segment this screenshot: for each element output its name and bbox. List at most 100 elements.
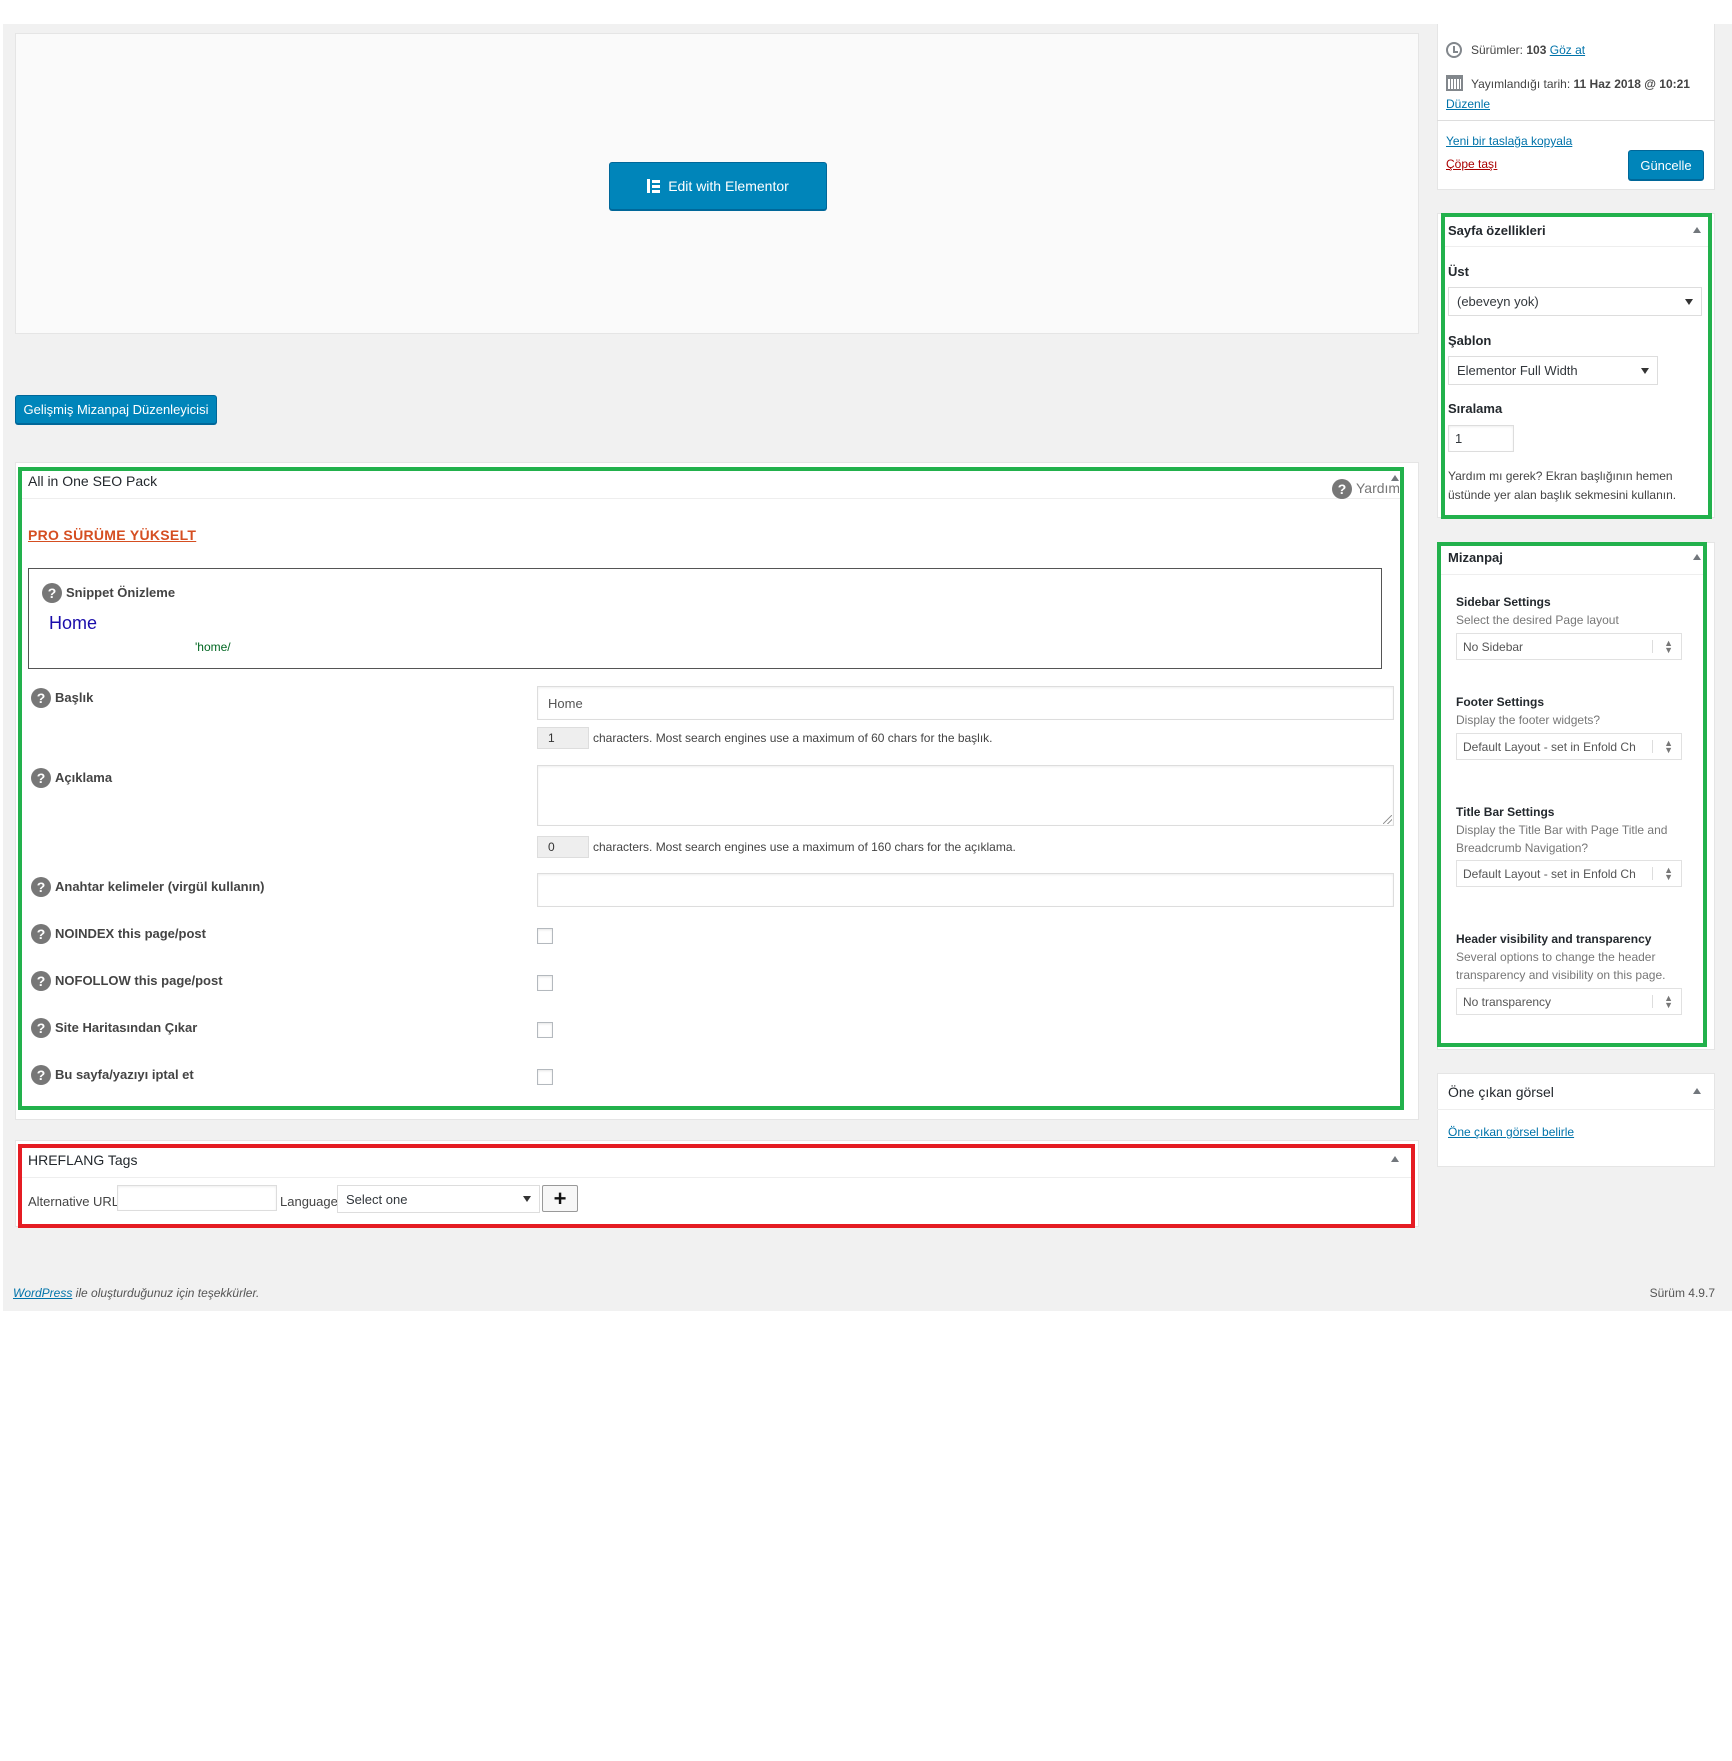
sidebar-settings-value: No Sidebar — [1463, 639, 1524, 654]
seo-box-title: All in One SEO Pack — [28, 473, 158, 489]
template-select-value: Elementor Full Width — [1457, 363, 1578, 378]
footer-settings-value: Default Layout - set in Enfold Ch — [1463, 739, 1636, 754]
layout-title: Mizanpaj — [1448, 550, 1503, 565]
pro-upgrade-link[interactable]: PRO SÜRÜME YÜKSELT — [28, 527, 196, 543]
revisions-label: Sürümler: — [1471, 43, 1524, 57]
set-featured-image-link[interactable]: Öne çıkan görsel belirle — [1448, 1125, 1574, 1139]
footer-settings-heading: Footer Settings — [1456, 695, 1545, 709]
published-label: Yayımlandığı tarih: — [1471, 77, 1571, 91]
revisions-browse-link[interactable]: Göz at — [1550, 43, 1585, 57]
chevron-down-icon — [523, 1196, 531, 1202]
layout-divider — [1441, 574, 1703, 575]
order-input[interactable]: 1 — [1448, 425, 1514, 452]
featured-image-divider — [1437, 1109, 1715, 1110]
update-button-label: Güncelle — [1640, 157, 1692, 173]
sidebar-settings-desc: Select the desired Page layout — [1456, 613, 1619, 627]
parent-label: Üst — [1448, 264, 1469, 279]
seo-title-divider — [22, 498, 1400, 499]
order-label: Sıralama — [1448, 401, 1503, 416]
noindex-help-icon[interactable]: ? — [31, 924, 51, 944]
header-visibility-desc: Several options to change the header tra… — [1456, 950, 1666, 982]
title-char-counter: 1 — [537, 727, 589, 749]
layout-toggle-arrow-icon[interactable] — [1693, 554, 1701, 560]
description-textarea[interactable] — [537, 765, 1394, 826]
footer-thanks-text: ile oluşturduğunuz için teşekkürler. — [72, 1286, 260, 1300]
noindex-label: NOINDEX this page/post — [55, 926, 206, 941]
add-hreflang-button[interactable]: + — [542, 1185, 578, 1212]
keywords-input[interactable] — [537, 873, 1394, 907]
description-label: Açıklama — [55, 770, 113, 785]
keywords-label: Anahtar kelimeler (virgül kullanın) — [55, 879, 265, 894]
title-input[interactable]: Home — [537, 686, 1394, 720]
elementor-editor-area: Edit with Elementor — [15, 33, 1419, 334]
page-attributes-help-text: Yardım mı gerek? Ekran başlığının hemen … — [1448, 469, 1677, 502]
description-help-icon[interactable]: ? — [31, 768, 51, 788]
title-bar-settings-select[interactable]: Default Layout - set in Enfold Ch ▲ ▼ — [1456, 860, 1682, 887]
copy-to-draft-link[interactable]: Yeni bir taslağa kopyala — [1446, 134, 1572, 148]
published-row: Yayımlandığı tarih: 11 Haz 2018 @ 10:21 — [1471, 77, 1690, 91]
title-char-hint: characters. Most search engines use a ma… — [593, 731, 993, 745]
header-visibility-heading: Header visibility and transparency — [1456, 932, 1652, 946]
update-button[interactable]: Güncelle — [1628, 150, 1704, 180]
alternative-url-label: Alternative URL — [28, 1194, 120, 1209]
seo-help-icon[interactable]: ? — [1332, 479, 1352, 499]
snippet-preview-label: Snippet Önizleme — [66, 585, 176, 600]
language-label: Language — [280, 1194, 338, 1209]
plus-icon: + — [553, 1185, 567, 1211]
edit-with-elementor-button[interactable]: Edit with Elementor — [609, 162, 827, 210]
page-attributes-title: Sayfa özellikleri — [1448, 223, 1546, 238]
trash-link[interactable]: Çöpe taşı — [1446, 157, 1497, 171]
order-input-value: 1 — [1455, 431, 1463, 446]
title-help-icon[interactable]: ? — [31, 688, 51, 708]
snippet-help-icon[interactable]: ? — [42, 583, 62, 603]
title-bar-settings-value: Default Layout - set in Enfold Ch — [1463, 866, 1636, 881]
featured-image-toggle-arrow-icon[interactable] — [1693, 1088, 1701, 1094]
textarea-resize-handle[interactable] — [1383, 815, 1392, 824]
template-select[interactable]: Elementor Full Width — [1448, 356, 1658, 385]
alternative-url-input[interactable] — [117, 1185, 277, 1211]
advanced-layout-editor-button[interactable]: Gelişmiş Mizanpaj Düzenleyicisi — [15, 395, 217, 424]
keywords-help-icon[interactable]: ? — [31, 877, 51, 897]
sidebar-settings-heading: Sidebar Settings — [1456, 595, 1551, 609]
language-select[interactable]: Select one — [337, 1185, 540, 1213]
up-down-arrows-icon: ▲ ▼ — [1664, 737, 1673, 755]
template-label: Şablon — [1448, 333, 1492, 348]
advanced-layout-editor-label: Gelişmiş Mizanpaj Düzenleyicisi — [23, 402, 209, 417]
sidebar-settings-select[interactable]: No Sidebar ▲ ▼ — [1456, 633, 1682, 660]
admin-footer-thanks: WordPress ile oluşturduğunuz için teşekk… — [13, 1286, 259, 1300]
disable-page-label: Bu sayfa/yazıyı iptal et — [55, 1067, 194, 1082]
published-date: 11 Haz 2018 @ 10:21 — [1573, 77, 1690, 91]
edit-with-elementor-label: Edit with Elementor — [668, 178, 789, 194]
language-select-value: Select one — [346, 1191, 408, 1207]
wordpress-link[interactable]: WordPress — [13, 1286, 72, 1300]
revisions-row: Sürümler: 103 Göz at — [1471, 43, 1585, 57]
chevron-down-icon — [1685, 298, 1693, 305]
disable-page-checkbox[interactable] — [537, 1069, 553, 1085]
parent-select[interactable]: (ebeveyn yok) — [1448, 287, 1702, 316]
wp-version: Sürüm 4.9.7 — [1649, 1286, 1715, 1300]
footer-settings-select[interactable]: Default Layout - set in Enfold Ch ▲ ▼ — [1456, 733, 1682, 760]
elementor-icon — [647, 179, 661, 193]
description-char-hint: characters. Most search engines use a ma… — [593, 840, 1016, 854]
up-down-arrows-icon: ▲ ▼ — [1664, 637, 1673, 655]
seo-help-label[interactable]: Yardım — [1356, 480, 1399, 496]
header-visibility-select[interactable]: No transparency ▲ ▼ — [1456, 988, 1682, 1015]
chevron-down-icon — [1641, 367, 1649, 374]
publish-actions-divider — [1437, 120, 1715, 121]
hreflang-toggle-arrow-icon[interactable] — [1391, 1156, 1399, 1162]
noindex-checkbox[interactable] — [537, 928, 553, 944]
title-input-text: Home — [548, 695, 583, 711]
description-char-counter: 0 — [537, 836, 589, 858]
nofollow-checkbox[interactable] — [537, 975, 553, 991]
disable-help-icon[interactable]: ? — [31, 1065, 51, 1085]
footer-settings-desc: Display the footer widgets? — [1456, 713, 1601, 727]
nofollow-help-icon[interactable]: ? — [31, 971, 51, 991]
hreflang-title: HREFLANG Tags — [28, 1152, 138, 1168]
edit-date-link[interactable]: Düzenle — [1446, 97, 1490, 111]
sitemap-help-icon[interactable]: ? — [31, 1018, 51, 1038]
snippet-preview-box — [28, 568, 1382, 669]
title-bar-settings-heading: Title Bar Settings — [1456, 805, 1555, 819]
page-attributes-toggle-arrow-icon[interactable] — [1693, 227, 1701, 233]
sitemap-exclude-checkbox[interactable] — [537, 1022, 553, 1038]
title-label: Başlık — [55, 690, 94, 705]
